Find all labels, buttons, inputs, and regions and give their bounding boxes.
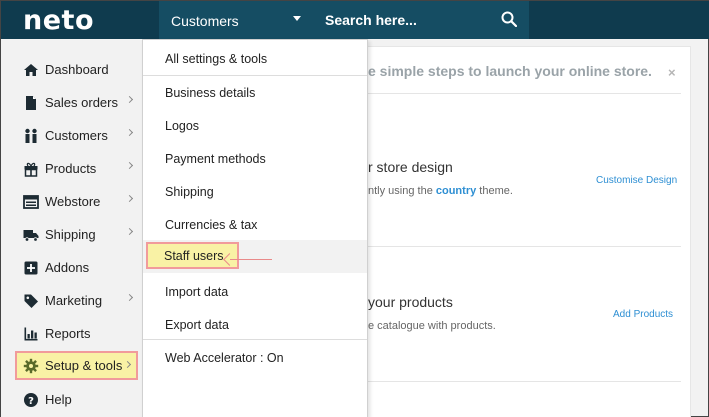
theme-link[interactable]: country	[436, 185, 476, 197]
menu-item-export-data[interactable]: Export data	[143, 308, 367, 341]
divider	[341, 381, 681, 382]
getting-started-panel	[331, 46, 691, 417]
sidebar-item-label: Addons	[45, 260, 90, 275]
close-icon[interactable]: ×	[668, 65, 676, 80]
neto-logo[interactable]: neto	[23, 5, 94, 36]
sidebar-item-label: Webstore	[45, 194, 101, 209]
step-description-products: e catalogue with products.	[368, 320, 496, 332]
search-scope-label: Customers	[171, 13, 239, 29]
chevron-right-icon	[125, 128, 134, 137]
top-bar: neto Customers Search here...	[1, 1, 709, 39]
divider	[341, 246, 681, 247]
help-icon: ?	[24, 392, 38, 407]
sidebar-item-label: Products	[45, 161, 97, 176]
step-title-products: your products	[368, 294, 453, 310]
setup-tools-dropdown: All settings & tools Business details Lo…	[142, 39, 368, 417]
sidebar-item-label: Dashboard	[45, 62, 109, 77]
gear-icon	[23, 358, 39, 373]
sidebar-item-addons[interactable]: Addons	[15, 253, 138, 282]
bar-chart-icon	[24, 327, 38, 340]
plus-box-icon	[24, 261, 38, 274]
menu-separator	[143, 339, 367, 340]
search-scope-select[interactable]: Customers	[159, 1, 311, 39]
chevron-right-icon	[125, 227, 134, 236]
annotation-arrow	[230, 259, 272, 260]
sidebar-item-reports[interactable]: Reports	[15, 319, 138, 348]
people-icon	[25, 128, 37, 143]
sidebar-item-products[interactable]: Products	[15, 154, 138, 183]
sidebar-item-label: Help	[45, 392, 72, 407]
sidebar-item-label: Customers	[45, 128, 108, 143]
getting-started-banner: e simple steps to launch your online sto…	[368, 63, 652, 79]
customise-design-link[interactable]: Customise Design	[596, 175, 677, 186]
add-products-link[interactable]: Add Products	[613, 309, 673, 320]
svg-text:?: ?	[28, 396, 34, 407]
search-input[interactable]: Search here...	[325, 12, 417, 28]
sidebar-item-customers[interactable]: Customers	[15, 121, 138, 150]
search-icon[interactable]	[501, 11, 517, 27]
document-icon	[26, 95, 36, 110]
sidebar-item-shipping[interactable]: Shipping	[15, 220, 138, 249]
menu-item-logos[interactable]: Logos	[143, 109, 367, 142]
menu-item-currencies-tax[interactable]: Currencies & tax	[143, 208, 367, 241]
step-description-store-design: ntly using the country theme.	[368, 185, 513, 197]
chevron-right-icon	[123, 360, 132, 369]
sidebar-item-label: Reports	[45, 326, 91, 341]
search-bar: Customers Search here...	[159, 1, 529, 39]
sidebar-item-sales-orders[interactable]: Sales orders	[15, 88, 138, 117]
truck-icon	[23, 229, 39, 242]
step-title-store-design: r store design	[368, 159, 453, 175]
menu-item-staff-users[interactable]: Staff users	[164, 249, 224, 263]
sidebar-item-dashboard[interactable]: Dashboard	[15, 55, 138, 84]
sidebar-item-label: Sales orders	[45, 95, 118, 110]
chevron-right-icon	[125, 293, 134, 302]
menu-item-web-accelerator[interactable]: Web Accelerator : On	[143, 341, 367, 374]
menu-item-shipping[interactable]: Shipping	[143, 175, 367, 208]
gift-icon	[24, 162, 38, 177]
chevron-right-icon	[125, 194, 134, 203]
sidebar-item-label: Marketing	[45, 293, 103, 308]
sidebar-item-marketing[interactable]: Marketing	[15, 286, 138, 315]
menu-item-payment-methods[interactable]: Payment methods	[143, 142, 367, 175]
sidebar-item-webstore[interactable]: Webstore	[15, 187, 138, 216]
sidebar-item-setup-tools[interactable]: Setup & tools	[15, 351, 138, 380]
home-icon	[24, 63, 38, 76]
menu-item-business-details[interactable]: Business details	[143, 76, 367, 109]
sidebar-item-label: Setup & tools	[45, 358, 123, 373]
menu-item-import-data[interactable]: Import data	[143, 275, 367, 308]
sidebar-item-help[interactable]: ? Help	[15, 385, 138, 414]
sidebar-item-label: Shipping	[45, 227, 96, 242]
caret-down-icon	[293, 16, 301, 21]
chevron-right-icon	[125, 161, 134, 170]
tag-icon	[24, 294, 38, 308]
divider	[341, 93, 681, 94]
chevron-right-icon	[125, 95, 134, 104]
menu-item-all-settings[interactable]: All settings & tools	[143, 42, 367, 75]
browser-icon	[23, 194, 39, 209]
